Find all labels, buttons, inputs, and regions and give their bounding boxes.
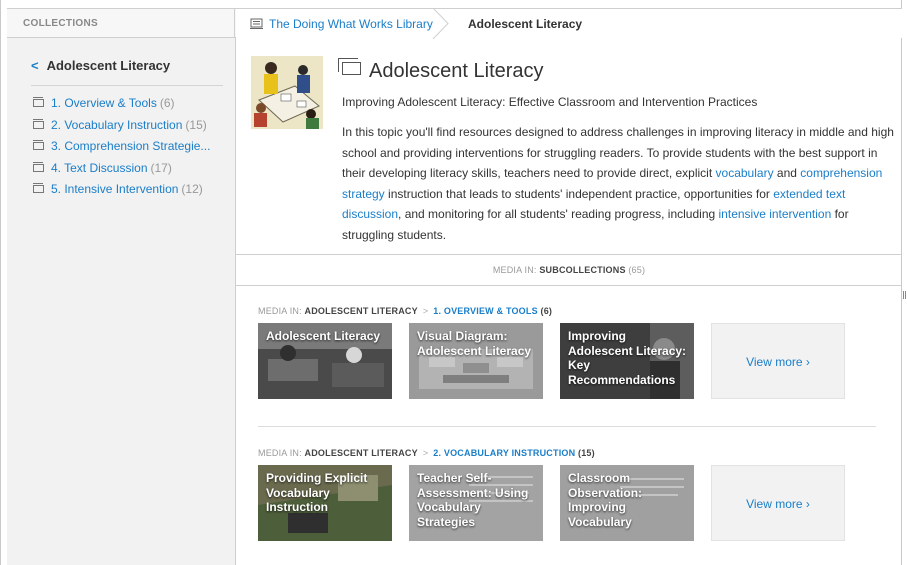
sidebar-back-link[interactable]: < Adolescent Literacy bbox=[31, 58, 170, 73]
subcollections-count: (65) bbox=[628, 265, 646, 275]
media-card[interactable]: Teacher Self-Assessment: Using Vocabular… bbox=[409, 465, 543, 541]
breadcrumb-separator-icon bbox=[432, 8, 449, 39]
main-content: Adolescent Literacy Improving Adolescent… bbox=[236, 38, 902, 565]
description-text: instruction that leads to students' inde… bbox=[384, 186, 774, 201]
sidebar-item-intensive-intervention[interactable]: 5. Intensive Intervention (12) bbox=[33, 182, 233, 204]
subcollections-bar: MEDIA IN: SUBCOLLECTIONS (65) bbox=[236, 254, 902, 286]
sidebar-item-vocabulary[interactable]: 2. Vocabulary Instruction (15) bbox=[33, 118, 233, 140]
description-text: and bbox=[773, 166, 801, 180]
media-card[interactable]: Providing Explicit Vocabulary Instructio… bbox=[258, 465, 392, 541]
library-icon bbox=[250, 18, 263, 29]
resize-handle[interactable] bbox=[903, 291, 906, 299]
section-separator: > bbox=[422, 448, 429, 458]
sidebar-item-label[interactable]: 1. Overview & Tools bbox=[51, 96, 157, 110]
sidebar: < Adolescent Literacy 1. Overview & Tools… bbox=[7, 38, 236, 565]
collection-icon bbox=[338, 58, 361, 75]
section-prefix: MEDIA IN: bbox=[258, 448, 305, 458]
media-card[interactable]: Improving Adolescent Literacy: Key Recom… bbox=[560, 323, 694, 399]
topic-illustration-image bbox=[251, 56, 323, 129]
section-parent: ADOLESCENT LITERACY bbox=[304, 306, 418, 316]
media-section-vocabulary: MEDIA IN: ADOLESCENT LITERACY >2. VOCABUL… bbox=[258, 448, 878, 544]
breadcrumb: The Doing What Works Library Adolescent … bbox=[236, 8, 902, 39]
section-count: (15) bbox=[578, 448, 595, 458]
media-card-title[interactable]: Visual Diagram: Adolescent Literacy bbox=[417, 329, 537, 358]
intensive-intervention-link[interactable]: intensive intervention bbox=[719, 207, 832, 221]
collection-icon bbox=[33, 140, 44, 150]
top-bar: COLLECTIONS The Doing What Works Library… bbox=[7, 8, 902, 39]
sidebar-item-label[interactable]: 3. Comprehension Strategie... bbox=[51, 139, 210, 153]
page-subtitle: Improving Adolescent Literacy: Effective… bbox=[342, 95, 758, 109]
media-card-title[interactable]: Providing Explicit Vocabulary Instructio… bbox=[266, 471, 386, 515]
breadcrumb-library-label[interactable]: The Doing What Works Library bbox=[269, 17, 433, 31]
vocabulary-link[interactable]: vocabulary bbox=[716, 166, 774, 180]
sidebar-item-comprehension[interactable]: 3. Comprehension Strategie... bbox=[33, 139, 233, 161]
view-more-button[interactable]: View more › bbox=[711, 465, 845, 541]
sidebar-item-label[interactable]: 5. Intensive Intervention bbox=[51, 182, 178, 196]
breadcrumb-current: Adolescent Literacy bbox=[468, 17, 583, 31]
section-count: (6) bbox=[540, 306, 553, 316]
section-heading: MEDIA IN: ADOLESCENT LITERACY >1. OVERVIE… bbox=[258, 306, 878, 316]
media-card-row: Providing Explicit Vocabulary Instructio… bbox=[258, 465, 878, 541]
media-card-title[interactable]: Improving Adolescent Literacy: Key Recom… bbox=[568, 329, 688, 387]
media-card[interactable]: Visual Diagram: Adolescent Literacy bbox=[409, 323, 543, 399]
collection-icon bbox=[33, 97, 44, 107]
sidebar-item-overview[interactable]: 1. Overview & Tools (6) bbox=[33, 96, 233, 118]
media-card[interactable]: Classroom Observation: Improving Vocabul… bbox=[560, 465, 694, 541]
collection-icon bbox=[33, 161, 44, 172]
sidebar-item-count: (12) bbox=[181, 182, 203, 196]
media-card[interactable]: Adolescent Literacy bbox=[258, 323, 392, 399]
section-link[interactable]: 1. OVERVIEW & TOOLS bbox=[433, 306, 538, 316]
collection-icon bbox=[33, 183, 44, 193]
section-prefix: MEDIA IN: bbox=[258, 306, 305, 316]
sidebar-item-count: (17) bbox=[150, 160, 172, 175]
sidebar-list: 1. Overview & Tools (6) 2. Vocabulary Ins… bbox=[33, 96, 233, 204]
media-card-title[interactable]: Classroom Observation: Improving Vocabul… bbox=[568, 471, 688, 529]
subcollections-label: SUBCOLLECTIONS bbox=[539, 265, 626, 275]
section-parent: ADOLESCENT LITERACY bbox=[304, 448, 418, 458]
view-more-button[interactable]: View more › bbox=[711, 323, 845, 399]
media-card-title[interactable]: Adolescent Literacy bbox=[266, 329, 386, 344]
sidebar-item-label[interactable]: 4. Text Discussion bbox=[51, 161, 148, 175]
sidebar-item-label[interactable]: 2. Vocabulary Instruction bbox=[51, 118, 182, 132]
description-text: , and monitoring for all students' readi… bbox=[398, 207, 719, 221]
breadcrumb-library-link[interactable]: The Doing What Works Library bbox=[250, 17, 433, 31]
section-heading: MEDIA IN: ADOLESCENT LITERACY >2. VOCABUL… bbox=[258, 448, 878, 458]
page-title: Adolescent Literacy bbox=[369, 60, 544, 82]
section-separator: > bbox=[422, 306, 429, 316]
sidebar-title[interactable]: Adolescent Literacy bbox=[47, 58, 171, 73]
sidebar-divider bbox=[31, 85, 223, 86]
media-section-overview: MEDIA IN: ADOLESCENT LITERACY >1. OVERVIE… bbox=[258, 306, 878, 402]
page-heading: Adolescent Literacy bbox=[338, 58, 544, 83]
collection-icon bbox=[33, 118, 44, 129]
media-card-title[interactable]: Teacher Self-Assessment: Using Vocabular… bbox=[417, 471, 537, 529]
section-link[interactable]: 2. VOCABULARY INSTRUCTION bbox=[433, 448, 575, 458]
sidebar-item-text-discussion[interactable]: 4. Text Discussion (17) bbox=[33, 161, 233, 183]
collections-heading: COLLECTIONS bbox=[7, 9, 235, 38]
sidebar-item-count: (6) bbox=[159, 96, 175, 110]
sidebar-item-count: (15) bbox=[185, 117, 207, 132]
topic-description: In this topic you'll find resources desi… bbox=[342, 122, 898, 245]
media-card-row: Adolescent Literacy Visual Diagram: Adol… bbox=[258, 323, 878, 399]
section-divider bbox=[258, 426, 876, 427]
subcollections-prefix: MEDIA IN: bbox=[492, 265, 540, 275]
chevron-left-icon: < bbox=[31, 58, 39, 73]
